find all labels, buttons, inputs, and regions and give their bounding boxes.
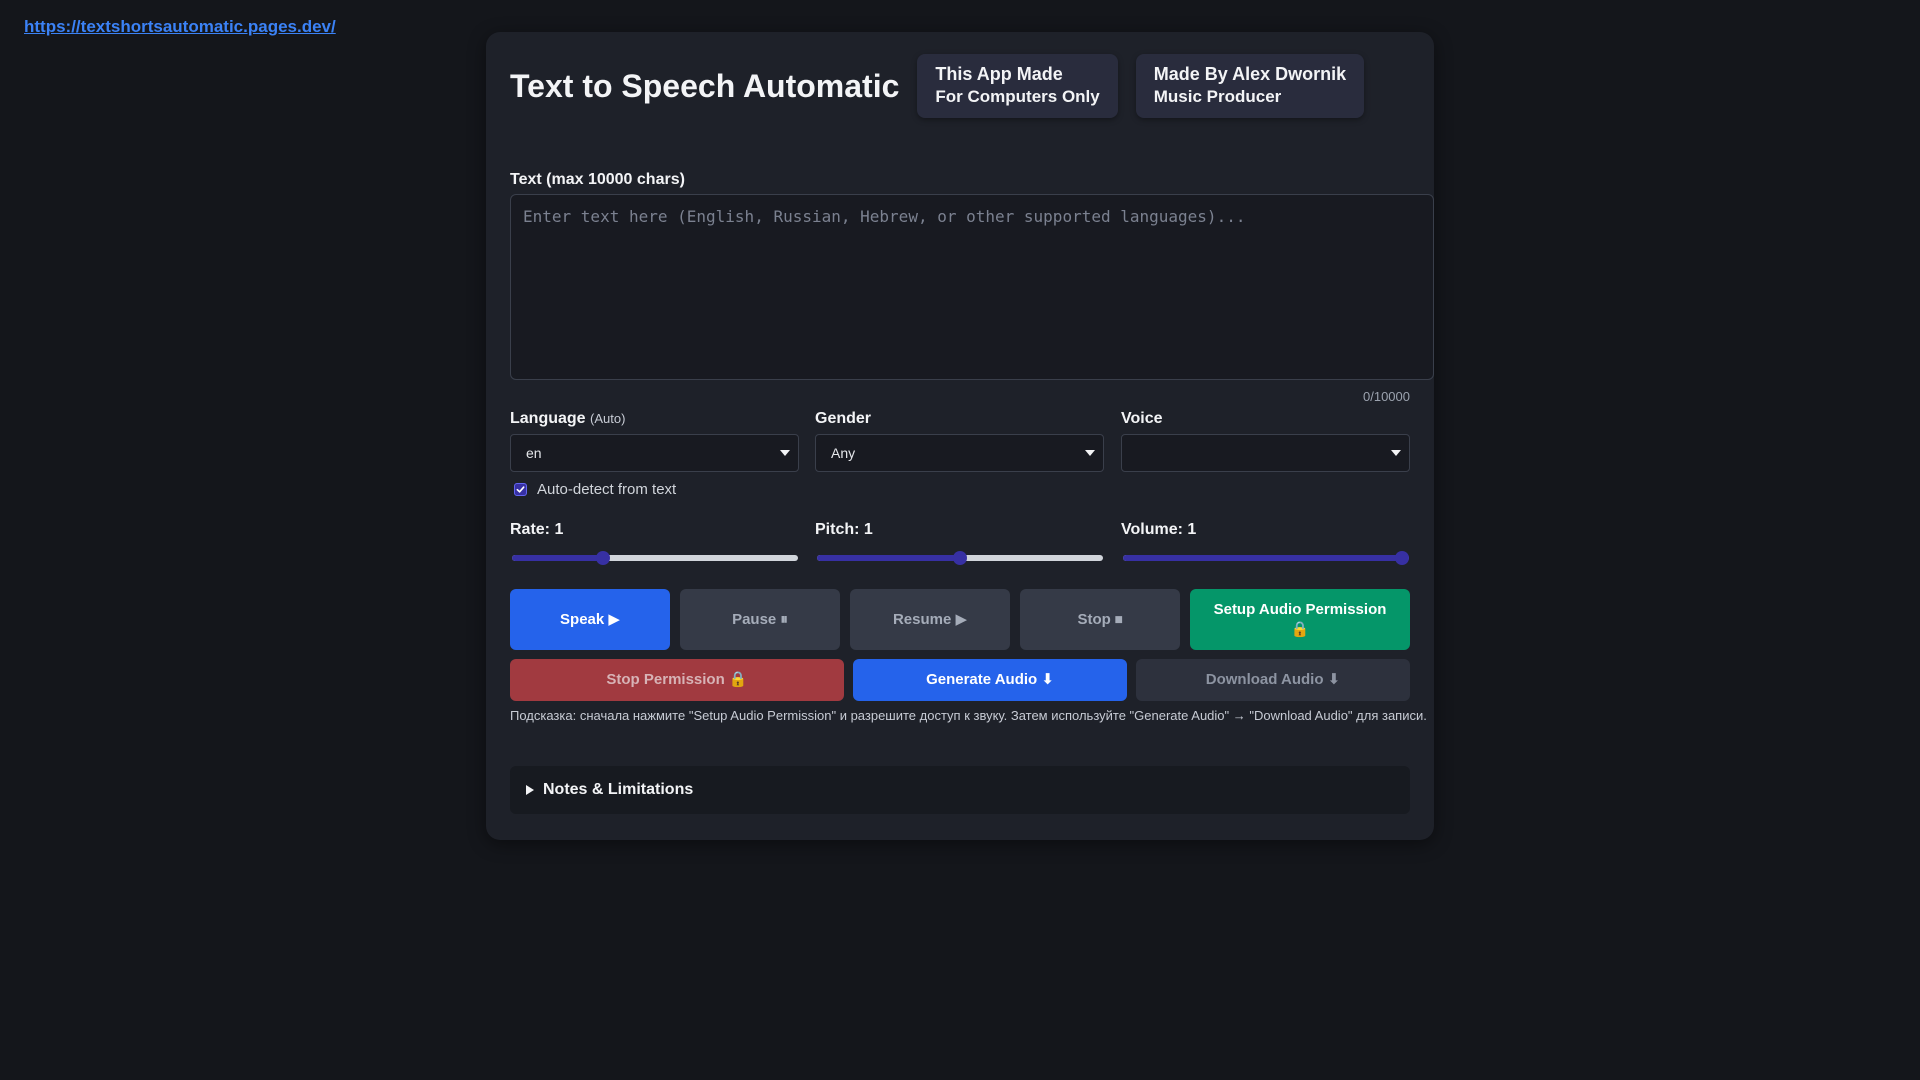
speak-button[interactable]: Speak ▶: [510, 589, 670, 650]
language-label: Language (Auto): [510, 410, 625, 428]
hint-text: Подсказка: сначала нажмите "Setup Audio …: [510, 708, 1427, 723]
computers-only-badge: This App Made For Computers Only: [917, 54, 1118, 118]
chevron-down-icon: [1391, 450, 1401, 456]
notes-limitations-toggle[interactable]: Notes & Limitations: [510, 766, 1410, 814]
language-auto-sublabel: (Auto): [590, 411, 626, 426]
setup-permission-label: Setup Audio Permission: [1213, 600, 1387, 618]
slider-thumb[interactable]: [1395, 551, 1409, 565]
tts-app-card: Text to Speech Automatic This App Made F…: [486, 32, 1434, 840]
slider-fill: [512, 555, 604, 561]
text-input-label: Text (max 10000 chars): [510, 171, 685, 188]
lock-icon: 🔒: [1290, 620, 1310, 638]
chevron-down-icon: [780, 450, 790, 456]
auto-detect-checkbox[interactable]: [514, 483, 527, 496]
slider-fill: [817, 555, 960, 561]
app-header: Text to Speech Automatic This App Made F…: [510, 54, 1365, 118]
notes-limitations-label: Notes & Limitations: [543, 781, 694, 798]
pitch-label: Pitch: 1: [815, 521, 873, 538]
badge-line: Made By Alex Dwornik: [1153, 64, 1347, 84]
checkmark-icon: [516, 486, 525, 493]
language-selected-value: en: [526, 445, 542, 461]
setup-audio-permission-button[interactable]: Setup Audio Permission 🔒: [1190, 589, 1410, 650]
gender-select[interactable]: Any: [815, 434, 1104, 472]
slider-thumb[interactable]: [953, 551, 967, 565]
chevron-down-icon: [1085, 450, 1095, 456]
slider-thumb[interactable]: [596, 551, 611, 565]
gender-selected-value: Any: [831, 445, 856, 461]
stop-button[interactable]: Stop ⏹: [1020, 589, 1180, 650]
stop-permission-button[interactable]: Stop Permission 🔒: [510, 659, 844, 701]
download-audio-button[interactable]: Download Audio ⬇: [1136, 659, 1410, 701]
voice-label: Voice: [1121, 410, 1163, 427]
pause-button[interactable]: Pause ⏸: [680, 589, 840, 650]
language-select[interactable]: en: [510, 434, 799, 472]
resume-button[interactable]: Resume ▶: [850, 589, 1010, 650]
badge-line: For Computers Only: [935, 87, 1100, 106]
rate-slider[interactable]: [512, 551, 798, 565]
char-counter: 0/10000: [1363, 389, 1410, 404]
author-badge: Made By Alex Dwornik Music Producer: [1135, 54, 1365, 118]
auto-detect-toggle[interactable]: Auto-detect from text: [514, 481, 676, 498]
page-title: Text to Speech Automatic: [510, 67, 900, 104]
auto-detect-label: Auto-detect from text: [537, 481, 677, 498]
voice-select[interactable]: [1121, 434, 1410, 472]
language-label-text: Language: [510, 410, 586, 427]
text-input[interactable]: [510, 194, 1434, 380]
generate-audio-button[interactable]: Generate Audio ⬇: [853, 659, 1127, 701]
disclosure-triangle-icon: [526, 785, 534, 795]
pitch-slider[interactable]: [817, 551, 1103, 565]
badge-line: Music Producer: [1153, 87, 1282, 106]
badge-line: This App Made: [935, 64, 1063, 84]
rate-label: Rate: 1: [510, 521, 564, 538]
volume-slider[interactable]: [1123, 551, 1409, 565]
volume-label: Volume: 1: [1121, 521, 1197, 538]
top-url-link[interactable]: https://textshortsautomatic.pages.dev/: [24, 17, 336, 37]
slider-fill: [1123, 555, 1402, 561]
gender-label: Gender: [815, 410, 872, 427]
